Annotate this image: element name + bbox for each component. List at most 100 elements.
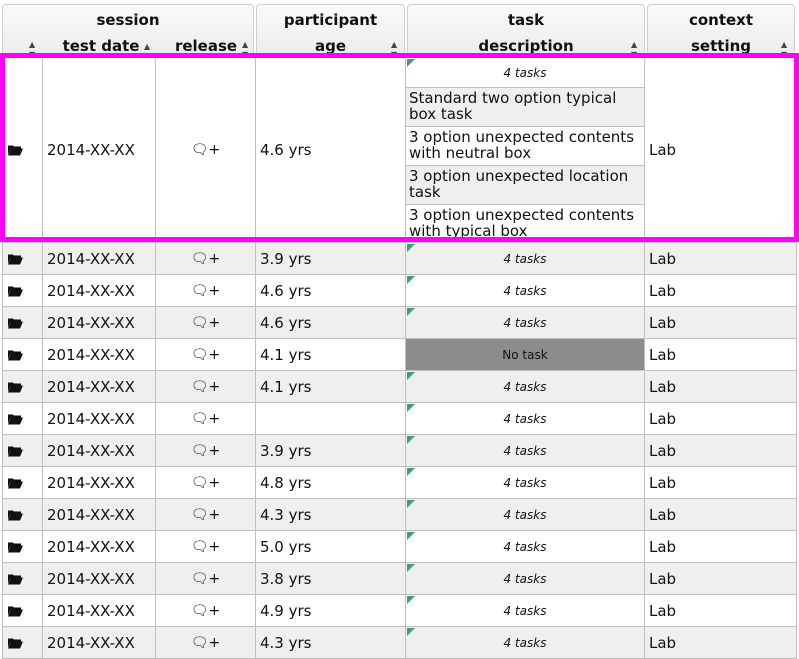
task-count[interactable]: 4 tasks: [406, 316, 644, 330]
comment-add-icon[interactable]: 🗨+: [156, 507, 255, 523]
expand-cell[interactable]: [2, 563, 43, 595]
sort-arrows-icon[interactable]: ▲ ▼: [391, 40, 397, 60]
comment-add-icon[interactable]: 🗨+: [156, 571, 255, 587]
task-count[interactable]: 4 tasks: [406, 252, 644, 266]
subtask-item[interactable]: 3 option unexpected contents with typica…: [406, 205, 644, 243]
folder-open-icon[interactable]: [8, 317, 23, 328]
setting-cell: Lab: [645, 499, 797, 531]
expand-cell[interactable]: [2, 58, 43, 243]
table-row[interactable]: 2014-XX-XX 🗨+ 3.8 yrs 4 tasks Lab: [2, 563, 797, 595]
expand-cell[interactable]: [2, 339, 43, 371]
task-cell[interactable]: 4 tasks: [406, 595, 645, 627]
folder-open-icon[interactable]: [8, 349, 23, 360]
comment-add-icon[interactable]: 🗨+: [156, 539, 255, 555]
folder-open-icon[interactable]: [8, 253, 23, 264]
expand-cell[interactable]: [2, 467, 43, 499]
expand-cell[interactable]: [2, 307, 43, 339]
sort-up-icon[interactable]: ▲: [144, 42, 150, 52]
task-cell[interactable]: 4 tasks: [406, 275, 645, 307]
setting-cell: Lab: [645, 307, 797, 339]
task-cell[interactable]: 4 tasks: [406, 243, 645, 275]
comment-add-icon[interactable]: 🗨+: [156, 475, 255, 491]
comment-add-icon[interactable]: 🗨+: [156, 347, 255, 363]
table-row[interactable]: 2014-XX-XX 🗨+ 3.9 yrs 4 tasks Lab: [2, 435, 797, 467]
task-count[interactable]: 4 tasks: [406, 444, 644, 458]
subtask-item[interactable]: 3 option unexpected location task: [406, 166, 644, 205]
table-row[interactable]: 2014-XX-XX 🗨+ 3.9 yrs 4 tasks Lab: [2, 243, 797, 275]
header-age[interactable]: age: [257, 37, 404, 55]
comment-add-icon[interactable]: 🗨+: [156, 283, 255, 299]
comment-add-icon[interactable]: 🗨+: [156, 251, 255, 267]
task-cell[interactable]: 4 tasks: [406, 307, 645, 339]
folder-open-icon[interactable]: [8, 477, 23, 488]
task-cell[interactable]: 4 tasks: [406, 403, 645, 435]
table-row[interactable]: 2014-XX-XX 🗨+ 4.1 yrs No task Lab: [2, 339, 797, 371]
sort-arrows-icon[interactable]: ▲ ▼: [631, 40, 637, 60]
expand-cell[interactable]: [2, 243, 43, 275]
task-cell[interactable]: 4 tasks: [406, 563, 645, 595]
subtask-item[interactable]: Standard two option typical box task: [406, 88, 644, 127]
sort-arrows-icon[interactable]: ▲ ▼: [781, 40, 787, 60]
folder-open-icon[interactable]: [8, 145, 23, 156]
expand-cell[interactable]: [2, 275, 43, 307]
header-test-date[interactable]: test date: [61, 37, 141, 55]
folder-open-icon[interactable]: [8, 413, 23, 424]
table-row[interactable]: 2014-XX-XX 🗨+ 4.6 yrs 4 tasks Lab: [2, 275, 797, 307]
comment-add-icon[interactable]: 🗨+: [156, 443, 255, 459]
comment-add-icon[interactable]: 🗨+: [156, 635, 255, 651]
expand-cell[interactable]: [2, 435, 43, 467]
folder-open-icon[interactable]: [8, 573, 23, 584]
comment-add-icon[interactable]: 🗨+: [156, 603, 255, 619]
task-count[interactable]: 4 tasks: [406, 476, 644, 490]
folder-open-icon[interactable]: [8, 381, 23, 392]
task-count[interactable]: 4 tasks: [406, 508, 644, 522]
task-cell[interactable]: 4 tasks: [406, 499, 645, 531]
expand-cell[interactable]: [2, 371, 43, 403]
table-row[interactable]: 2014-XX-XX 🗨+ 4.6 yrs 4 tasks Lab: [2, 307, 797, 339]
table-row[interactable]: 2014-XX-XX 🗨+ 4.3 yrs 4 tasks Lab: [2, 627, 797, 659]
sort-arrows-icon[interactable]: ▲ ▼: [29, 40, 35, 60]
table-row[interactable]: 2014-XX-XX 🗨+ 4 tasks Lab: [2, 403, 797, 435]
task-count[interactable]: 4 tasks: [406, 540, 644, 554]
folder-open-icon[interactable]: [8, 637, 23, 648]
task-summary[interactable]: 4 tasks: [406, 58, 644, 88]
folder-open-icon[interactable]: [8, 445, 23, 456]
folder-open-icon[interactable]: [8, 541, 23, 552]
subtask-item[interactable]: 3 option unexpected contents with neutra…: [406, 127, 644, 166]
folder-open-icon[interactable]: [8, 605, 23, 616]
sort-arrows-icon[interactable]: ▲ ▼: [242, 40, 248, 60]
task-count[interactable]: 4 tasks: [406, 604, 644, 618]
task-cell[interactable]: 4 tasks: [406, 627, 645, 659]
expand-cell[interactable]: [2, 403, 43, 435]
table-row[interactable]: 2014-XX-XX 🗨+ 4.9 yrs 4 tasks Lab: [2, 595, 797, 627]
expand-cell[interactable]: [2, 499, 43, 531]
header-setting[interactable]: setting: [648, 37, 794, 55]
task-count[interactable]: 4 tasks: [406, 380, 644, 394]
task-cell[interactable]: 4 tasks: [406, 435, 645, 467]
comment-add-icon[interactable]: 🗨+: [156, 411, 255, 427]
task-cell[interactable]: 4 tasks Standard two option typical box …: [406, 58, 645, 243]
expand-cell[interactable]: [2, 627, 43, 659]
table-row[interactable]: 2014-XX-XX 🗨+ 4.1 yrs 4 tasks Lab: [2, 371, 797, 403]
table-row[interactable]: 2014-XX-XX 🗨+ 5.0 yrs 4 tasks Lab: [2, 531, 797, 563]
comment-add-icon[interactable]: 🗨+: [156, 379, 255, 395]
folder-open-icon[interactable]: [8, 285, 23, 296]
header-description[interactable]: description: [408, 37, 644, 55]
table-row-expanded[interactable]: 2014-XX-XX 🗨+ 4.6 yrs 4 tasks Standard t…: [2, 58, 797, 243]
task-cell[interactable]: No task: [406, 339, 645, 371]
task-cell[interactable]: 4 tasks: [406, 531, 645, 563]
expand-cell[interactable]: [2, 531, 43, 563]
table-row[interactable]: 2014-XX-XX 🗨+ 4.3 yrs 4 tasks Lab: [2, 499, 797, 531]
header-release[interactable]: release: [173, 37, 239, 55]
folder-open-icon[interactable]: [8, 509, 23, 520]
task-cell[interactable]: 4 tasks: [406, 371, 645, 403]
comment-add-icon[interactable]: 🗨+: [156, 315, 255, 331]
table-row[interactable]: 2014-XX-XX 🗨+ 4.8 yrs 4 tasks Lab: [2, 467, 797, 499]
expand-cell[interactable]: [2, 595, 43, 627]
comment-add-icon[interactable]: 🗨+: [156, 142, 255, 158]
task-count[interactable]: 4 tasks: [406, 412, 644, 426]
task-count[interactable]: 4 tasks: [406, 284, 644, 298]
task-count[interactable]: 4 tasks: [406, 572, 644, 586]
task-cell[interactable]: 4 tasks: [406, 467, 645, 499]
task-count[interactable]: 4 tasks: [406, 636, 644, 650]
